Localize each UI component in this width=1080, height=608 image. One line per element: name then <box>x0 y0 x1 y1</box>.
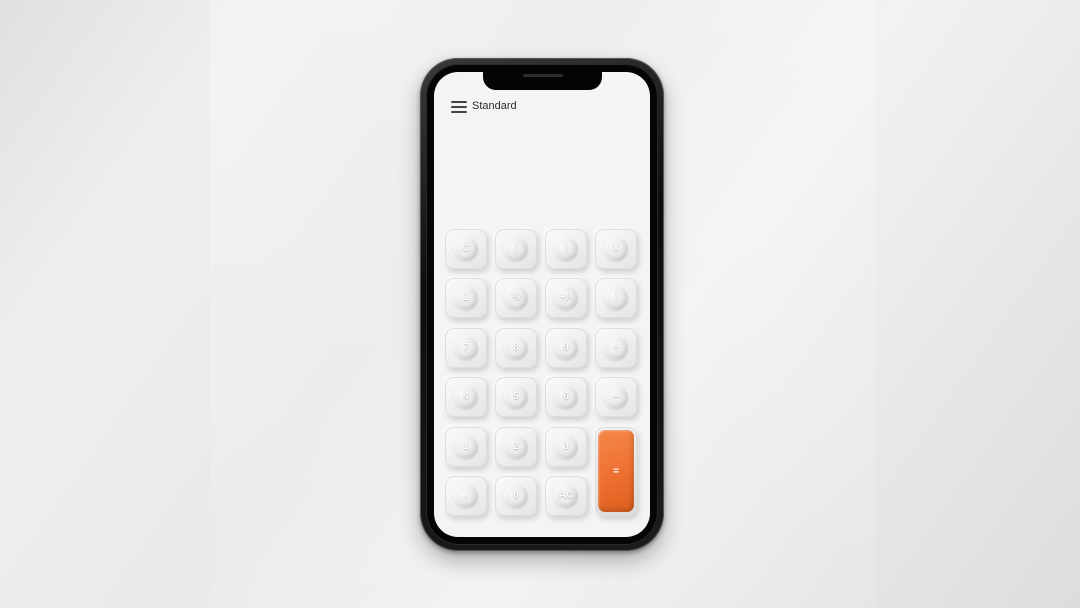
key-7-button[interactable]: 7 <box>445 328 487 368</box>
key-divide-button[interactable]: / <box>595 278 637 318</box>
key-label: + <box>613 342 619 353</box>
key-label: ) <box>564 243 568 254</box>
key-1-button[interactable]: 1 <box>445 278 487 318</box>
key-label: 8 <box>513 342 519 353</box>
key-label: 0 <box>513 490 519 501</box>
key-1-button[interactable]: 1 <box>445 427 487 467</box>
key-plus-minus-button[interactable]: +/- <box>545 278 587 318</box>
key-all-clear-button[interactable]: AC <box>545 476 587 516</box>
phone-screen: Standard C() X 1% +/-/7 8 9 +4 5 6–1 2 3. 0 AC = <box>434 72 650 537</box>
keypad: C () X 1% +/- / 7 8 9 +4 5 6 – 1 2 3. 0 AC = <box>434 72 650 537</box>
key-label: 6 <box>563 391 569 402</box>
key-0-button[interactable]: 0 <box>495 476 537 516</box>
key-equals-button[interactable]: = <box>595 427 637 516</box>
key-8-button[interactable]: 8 <box>495 328 537 368</box>
key-label: . <box>464 490 468 501</box>
key-6-button[interactable]: 6 <box>545 377 587 417</box>
key-5-button[interactable]: 5 <box>495 377 537 417</box>
key-2-button[interactable]: 2 <box>495 427 537 467</box>
key-decimal-button[interactable]: . <box>445 476 487 516</box>
key-percent-button[interactable]: % <box>495 278 537 318</box>
key-label: 2 <box>513 441 519 452</box>
key-label: – <box>613 391 619 402</box>
key-9-button[interactable]: 9 <box>545 328 587 368</box>
key-label: 7 <box>463 342 469 353</box>
key-plus-button[interactable]: + <box>595 328 637 368</box>
key-label: 4 <box>463 391 469 402</box>
key-label: ( <box>514 243 518 254</box>
key-label: 9 <box>563 342 569 353</box>
key-label: +/- <box>560 292 572 303</box>
key-label: 5 <box>513 391 519 402</box>
key-close-paren-button[interactable]: ) <box>545 229 587 269</box>
key-label: = <box>613 466 619 477</box>
key-open-paren-button[interactable]: ( <box>495 229 537 269</box>
key-label: / <box>614 292 618 303</box>
key-label: C <box>462 243 470 254</box>
key-clear-button[interactable]: C <box>445 229 487 269</box>
key-label: 1 <box>463 441 469 452</box>
key-label: X <box>612 243 620 254</box>
key-3-button[interactable]: 3 <box>545 427 587 467</box>
key-label: 1 <box>463 292 469 303</box>
key-multiply-button[interactable]: X <box>595 229 637 269</box>
key-minus-button[interactable]: – <box>595 377 637 417</box>
key-label: 3 <box>563 441 569 452</box>
key-4-button[interactable]: 4 <box>445 377 487 417</box>
key-label: AC <box>558 490 574 501</box>
key-label: % <box>511 292 521 303</box>
